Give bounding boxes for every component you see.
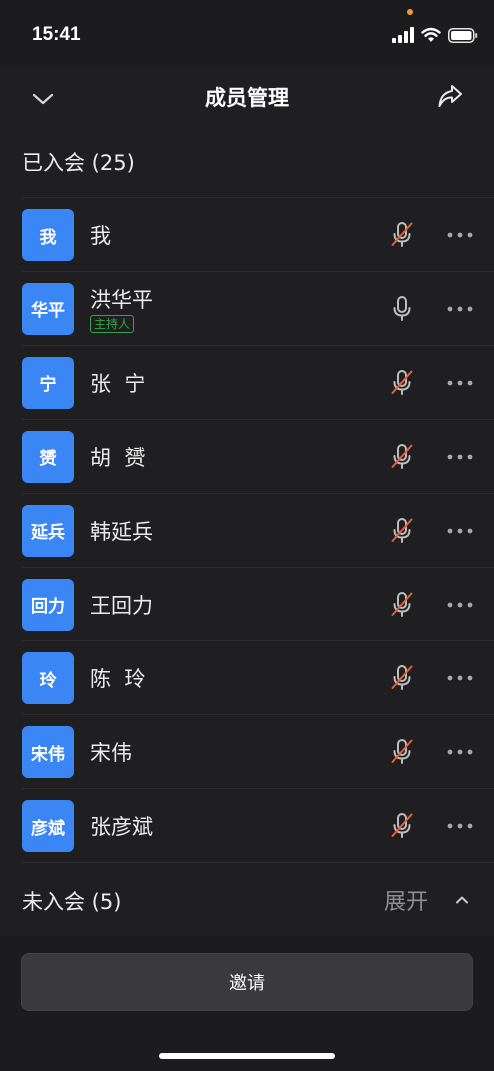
share-icon[interactable] [436, 82, 464, 110]
more-options-icon[interactable] [445, 596, 475, 614]
avatar: 彦斌 [22, 800, 74, 853]
more-options-icon[interactable] [445, 669, 475, 687]
member-name: 洪华平 [90, 287, 153, 312]
microphone-muted-icon[interactable] [389, 368, 415, 398]
microphone-muted-icon[interactable] [389, 516, 415, 546]
cellular-signal-icon [392, 27, 414, 43]
microphone-muted-icon[interactable] [389, 590, 415, 620]
member-name: 王回力 [90, 593, 153, 618]
chevron-up-icon[interactable] [453, 891, 471, 909]
member-row[interactable]: 彦斌 张彦斌 [0, 789, 494, 863]
header: 成员管理 [0, 66, 494, 132]
avatar: 玲 [22, 652, 74, 705]
microphone-muted-icon[interactable] [389, 737, 415, 767]
battery-icon [448, 27, 478, 43]
member-name: 胡 赟 [90, 445, 146, 470]
member-row[interactable]: 玲陈 玲 [0, 641, 494, 715]
member-name: 张彦斌 [90, 815, 153, 840]
recording-dot-icon [407, 9, 413, 15]
member-row[interactable]: 回力 王回力 [0, 568, 494, 642]
page-title: 成员管理 [205, 86, 289, 110]
avatar: 延兵 [22, 504, 74, 557]
member-row[interactable]: 华平 洪华平主持人 [0, 272, 494, 346]
microphone-muted-icon[interactable] [389, 811, 415, 841]
not-joined-section-label: 未入会 (5) [22, 890, 122, 914]
more-options-icon[interactable] [445, 448, 475, 466]
more-options-icon[interactable] [445, 374, 475, 392]
avatar: 赟 [22, 430, 74, 483]
member-row[interactable]: 延兵 韩延兵 [0, 494, 494, 568]
microphone-muted-icon[interactable] [389, 220, 415, 250]
status-time: 15:41 [32, 24, 81, 45]
joined-section-label: 已入会 (25) [22, 151, 135, 175]
member-row[interactable]: 我我 [0, 198, 494, 272]
more-options-icon[interactable] [445, 743, 475, 761]
microphone-muted-icon[interactable] [389, 442, 415, 472]
microphone-muted-icon[interactable] [389, 663, 415, 693]
avatar: 宋伟 [22, 726, 74, 779]
member-row[interactable]: 宁张 宁 [0, 346, 494, 420]
expand-button[interactable]: 展开 [384, 884, 428, 916]
more-options-icon[interactable] [445, 226, 475, 244]
member-name: 宋伟 [90, 741, 132, 766]
member-name: 陈 玲 [90, 667, 146, 692]
status-bar: 15:41 [0, 0, 494, 66]
divider [22, 862, 494, 863]
avatar: 华平 [22, 282, 74, 335]
more-options-icon[interactable] [445, 300, 475, 318]
more-options-icon[interactable] [445, 817, 475, 835]
host-badge: 主持人 [90, 314, 135, 333]
microphone-icon[interactable] [389, 294, 415, 324]
invite-button[interactable]: 邀请 [21, 953, 473, 1011]
member-row[interactable]: 宋伟 宋伟 [0, 715, 494, 789]
wifi-icon [421, 27, 441, 42]
avatar: 回力 [22, 578, 74, 631]
avatar: 我 [22, 209, 74, 261]
home-indicator [159, 1053, 335, 1059]
member-name: 张 宁 [90, 371, 146, 396]
status-icons [392, 26, 478, 44]
member-name: 韩延兵 [90, 519, 153, 544]
member-row[interactable]: 赟胡 赟 [0, 420, 494, 494]
more-options-icon[interactable] [445, 522, 475, 540]
member-name: 我 [90, 224, 111, 248]
avatar: 宁 [22, 356, 74, 409]
